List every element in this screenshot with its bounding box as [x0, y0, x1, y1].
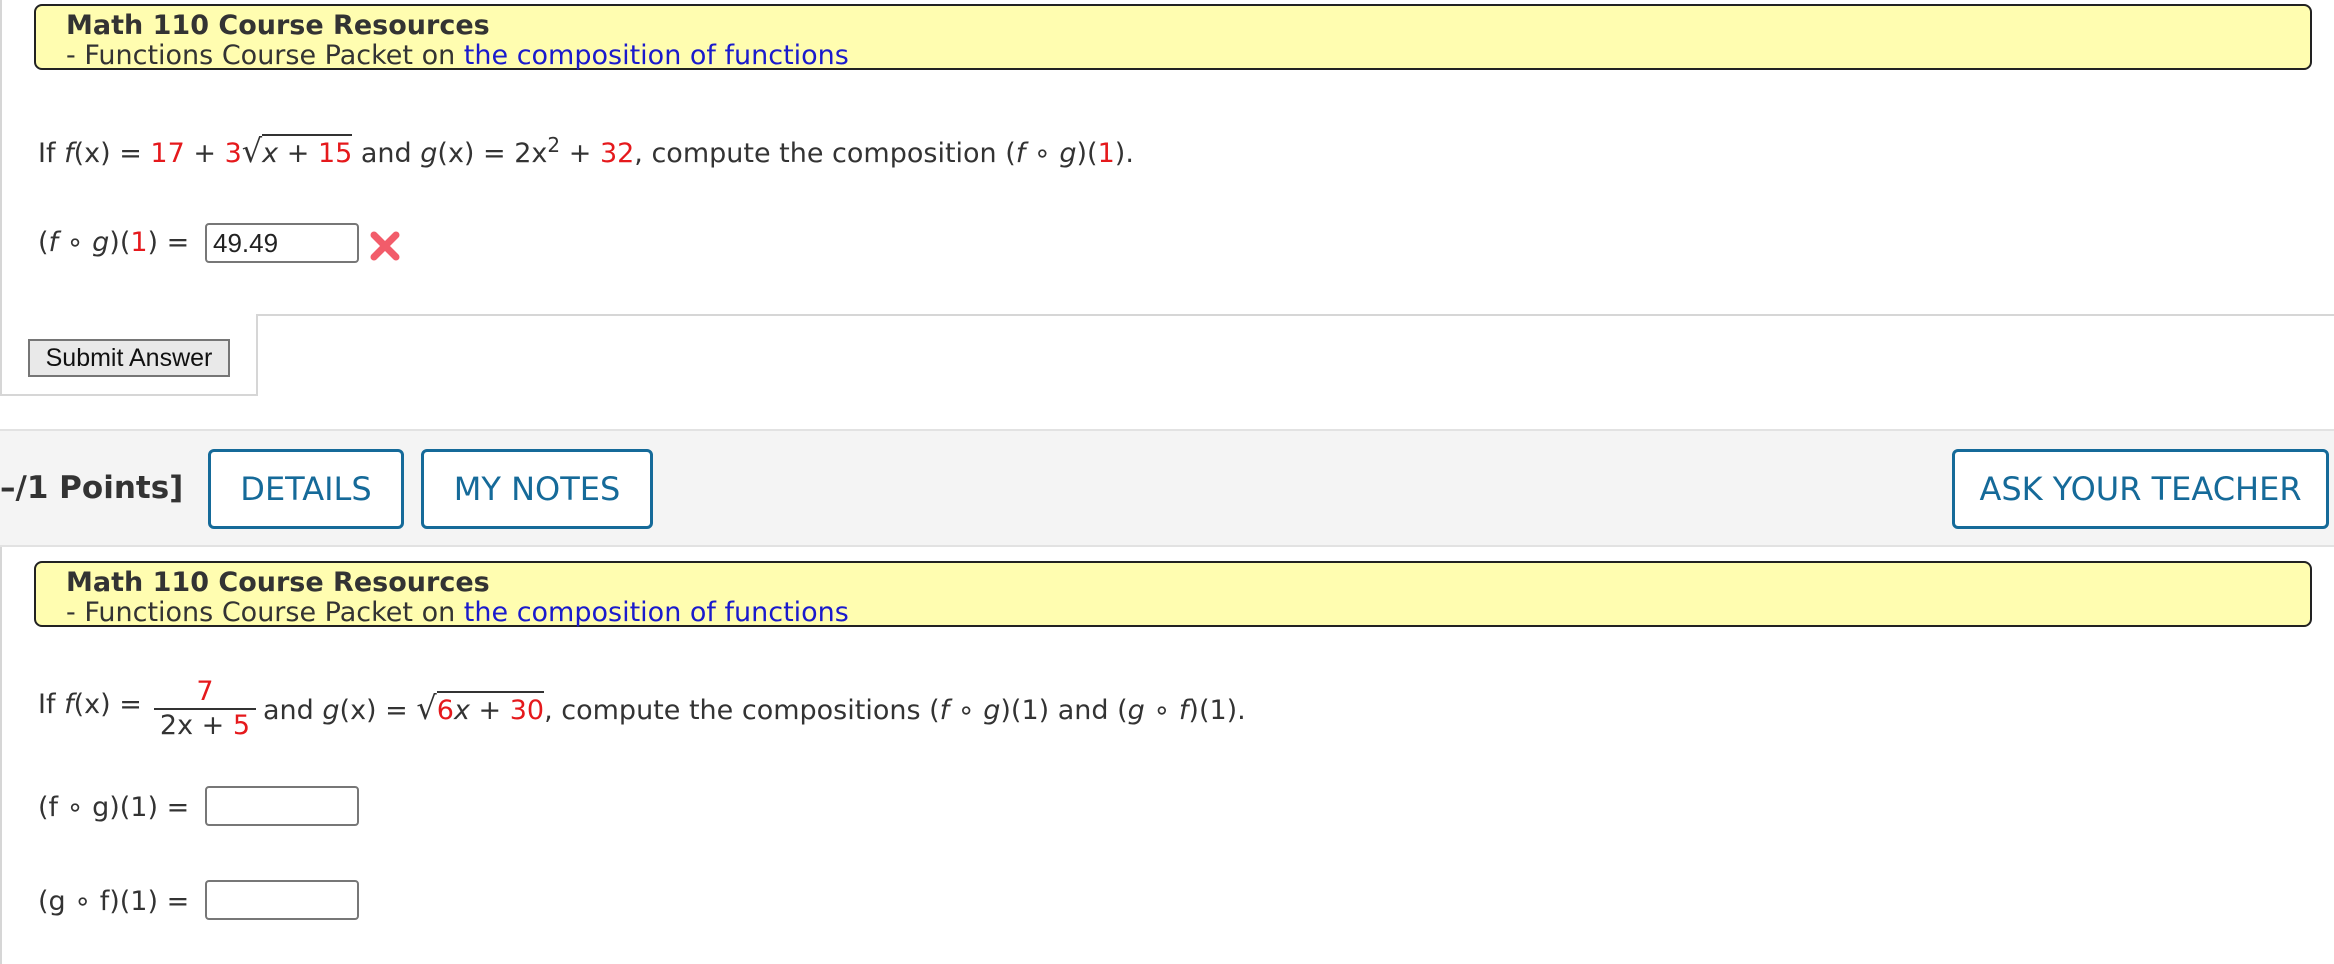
conjunction: and — [352, 138, 421, 169]
panel-border — [0, 547, 2, 964]
function-f: f — [64, 689, 74, 720]
function-f: f — [1015, 138, 1026, 169]
points-label: –/1 Points] — [0, 470, 184, 506]
constant: 15 — [317, 138, 353, 169]
resources-line: - Functions Course Packet on the composi… — [66, 598, 2310, 628]
question-f-arg: (x) = — [73, 138, 151, 169]
argument: 1 — [1097, 138, 1115, 169]
argument: 1 — [130, 227, 148, 258]
constant: 6 — [436, 695, 454, 726]
question-tail: , compute the compositions ( — [544, 695, 940, 726]
resources-prefix: - Functions Course Packet on — [66, 40, 464, 71]
question-g-def: (x) = — [339, 695, 417, 726]
operator: + — [184, 138, 225, 169]
paren: ( — [38, 227, 49, 258]
panel-border — [0, 394, 258, 396]
compose-operator: ∘ — [1025, 138, 1060, 169]
constant: 17 — [150, 138, 185, 169]
compose-operator: ∘ — [58, 227, 93, 258]
course-resources-box-2: Math 110 Course Resources - Functions Co… — [34, 561, 2312, 628]
answer-label-1: (f ∘ g)(1) = — [38, 227, 189, 258]
resources-title: Math 110 Course Resources — [66, 567, 490, 598]
radicand: x + 15 — [262, 134, 353, 169]
question-text-2-rest: and g(x) = √6x + 30, compute the composi… — [263, 689, 1246, 727]
conjunction: and — [263, 695, 323, 726]
ask-your-teacher-button[interactable]: ASK YOUR TEACHER — [1952, 449, 2329, 529]
paren: )( — [109, 227, 131, 258]
panel-border — [0, 0, 2, 396]
answer-input-gof[interactable] — [205, 880, 359, 920]
function-g: g — [1059, 138, 1077, 169]
resources-title: Math 110 Course Resources — [66, 10, 490, 41]
operator: + — [560, 138, 600, 169]
resources-prefix: - Functions Course Packet on — [66, 597, 464, 628]
fraction: 7 2x + 5 — [154, 676, 256, 742]
sqrt-symbol: √ — [416, 689, 437, 727]
constant: 30 — [509, 695, 545, 726]
question-prefix: If — [38, 689, 65, 720]
question-prefix: If — [38, 138, 65, 169]
exponent: 2 — [547, 133, 561, 157]
composition-link[interactable]: the composition of functions — [464, 597, 849, 628]
question-end: ). — [1114, 138, 1134, 169]
function-f: f — [1178, 695, 1189, 726]
denominator-var: 2x + — [159, 710, 233, 741]
function-g: g — [420, 138, 438, 169]
paren: )( — [1076, 138, 1098, 169]
answer-label-gof: (g ∘ f)(1) = — [38, 886, 190, 917]
function-f: f — [939, 695, 950, 726]
sqrt-symbol: √ — [241, 132, 263, 170]
radicand-var: x + — [453, 695, 510, 726]
compose-operator: ∘ — [949, 695, 984, 726]
function-g: g — [983, 695, 1001, 726]
constant: 3 — [224, 138, 242, 169]
incorrect-x-icon — [370, 231, 400, 261]
answer-input-fog-2[interactable] — [205, 786, 359, 826]
function-g: g — [92, 227, 110, 258]
radicand-var: x + — [262, 138, 318, 169]
details-button[interactable]: DETAILS — [208, 449, 404, 529]
radicand: 6x + 30 — [436, 691, 545, 726]
resources-line: - Functions Course Packet on the composi… — [66, 41, 2310, 71]
function-g: g — [322, 695, 340, 726]
question-text-2-start: If f(x) = — [38, 689, 142, 720]
function-f: f — [64, 138, 74, 169]
my-notes-button[interactable]: MY NOTES — [421, 449, 653, 529]
question-mid: )(1) and ( — [1000, 695, 1128, 726]
answer-input-fog[interactable] — [205, 223, 359, 263]
question-end: )(1). — [1188, 695, 1246, 726]
constant: 5 — [232, 710, 251, 741]
question-tail: , compute the composition ( — [634, 138, 1016, 169]
panel-border — [256, 314, 2334, 316]
numerator: 7 — [196, 676, 214, 707]
question-text-1: If f(x) = 17 + 3√x + 15 and g(x) = 2x2 +… — [38, 132, 1134, 170]
equals: ) = — [147, 227, 190, 258]
denominator: 2x + 5 — [154, 710, 256, 742]
constant: 32 — [599, 138, 635, 169]
answer-label-fog: (f ∘ g)(1) = — [38, 792, 190, 823]
course-resources-box-1: Math 110 Course Resources - Functions Co… — [34, 4, 2312, 71]
question-f-arg: (x) = — [73, 689, 142, 720]
composition-link[interactable]: the composition of functions — [464, 40, 849, 71]
compose-operator: ∘ — [1144, 695, 1179, 726]
function-f: f — [48, 227, 59, 258]
function-g: g — [1127, 695, 1145, 726]
submit-answer-button[interactable]: Submit Answer — [28, 339, 230, 377]
question-g-def: (x) = 2x — [437, 138, 548, 169]
panel-border — [256, 314, 258, 396]
